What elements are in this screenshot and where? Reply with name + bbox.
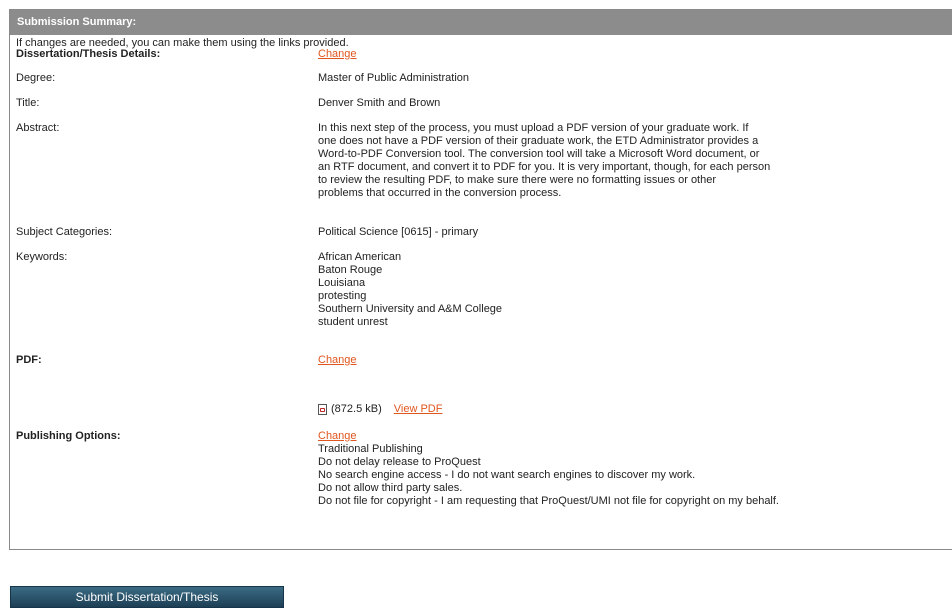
publishing-option: No search engine access - I do not want … [318,469,696,481]
keywords-list: African American Baton Rouge Louisiana p… [318,251,502,329]
abstract-text: In this next step of the process, you mu… [318,122,838,200]
keyword-item: Southern University and A&M College [318,303,503,315]
pdf-file-row: (872.5 kB) View PDF [318,403,442,415]
publishing-option: Do not file for copyright - I am request… [318,495,779,507]
keyword-item: protesting [318,290,367,302]
publishing-option: Do not allow third party sales. [318,482,463,494]
subject-categories-value: Political Science [0615] - primary [318,226,479,238]
publishing-option: Do not delay release to ProQuest [318,456,481,468]
keyword-item: Louisiana [318,277,366,289]
abstract-line: Word-to-PDF Conversion tool. The convers… [318,148,760,160]
abstract-line: one does not have a PDF version of their… [318,135,759,147]
abstract-line: to review the resulting PDF, to make sur… [318,174,717,186]
pdf-label: PDF: [16,354,42,366]
keywords-label: Keywords: [16,251,68,263]
details-label: Dissertation/Thesis Details: [16,48,161,60]
abstract-line: problems that occurred in the conversion… [318,187,562,199]
panel-title: Submission Summary: [10,10,952,35]
publishing-options-label: Publishing Options: [16,430,121,442]
change-details-link[interactable]: Change [318,48,357,60]
keyword-item: student unrest [318,316,388,328]
abstract-line: an RTF document, and convert it to PDF f… [318,161,771,173]
pdf-file-icon [318,403,327,415]
abstract-label: Abstract: [16,122,60,134]
degree-value: Master of Public Administration [318,72,470,84]
subject-categories-label: Subject Categories: [16,226,112,238]
pdf-file-size: (872.5 kB) [331,403,382,415]
submit-dissertation-button[interactable]: Submit Dissertation/Thesis [10,586,284,608]
view-pdf-link[interactable]: View PDF [394,403,443,415]
keyword-item: Baton Rouge [318,264,383,276]
keyword-item: African American [318,251,402,263]
degree-label: Degree: [16,72,56,84]
abstract-line: In this next step of the process, you mu… [318,122,749,134]
title-label: Title: [16,97,40,109]
change-pdf-link[interactable]: Change [318,354,357,366]
title-value: Denver Smith and Brown [318,97,441,109]
publishing-option: Traditional Publishing [318,443,423,455]
change-publishing-link[interactable]: Change [318,430,779,443]
publishing-options-list: Change Traditional Publishing Do not del… [318,430,779,508]
